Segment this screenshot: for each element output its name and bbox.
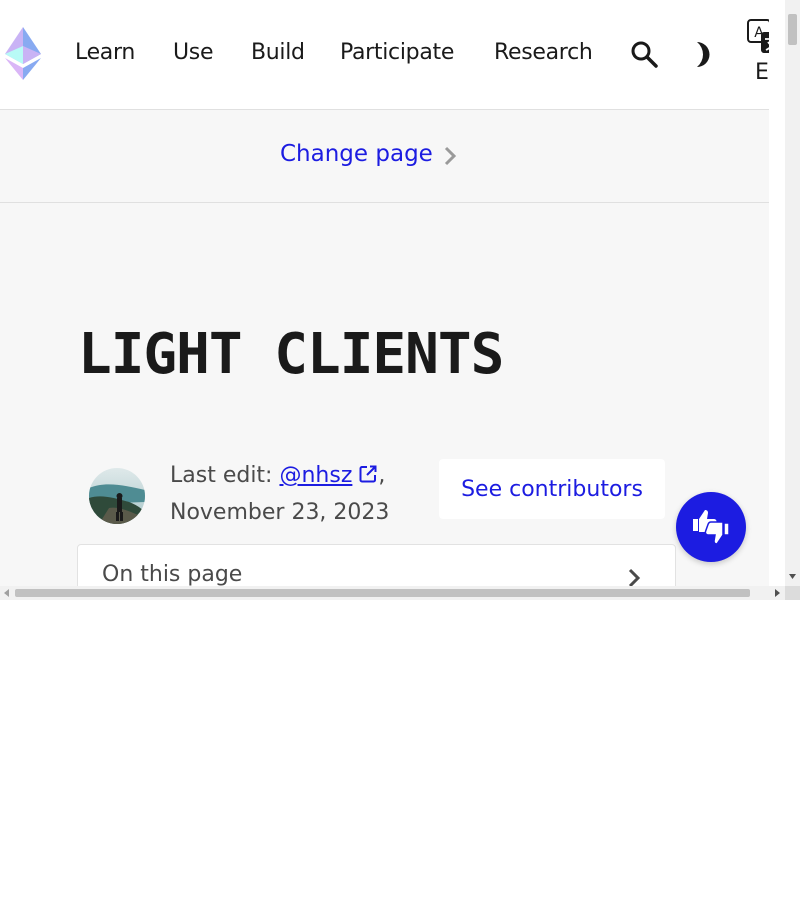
change-page-button[interactable]: Change page [280, 141, 433, 167]
see-contributors-button[interactable]: See contributors [439, 459, 665, 519]
horizontal-scroll-thumb[interactable] [15, 589, 750, 597]
language-picker[interactable]: A EN [747, 19, 769, 89]
ethereum-logo[interactable] [5, 27, 41, 80]
scrollbar-corner [785, 586, 800, 600]
author-link[interactable]: @nhsz [279, 463, 352, 488]
scroll-down-arrow-icon[interactable] [789, 574, 796, 579]
dark-mode-toggle-icon[interactable] [693, 41, 717, 68]
toc-label: On this page [102, 562, 243, 586]
page-content: Learn Use Build Participate Research A E… [0, 0, 769, 586]
thumbs-up-down-icon [693, 510, 730, 545]
chevron-right-icon [628, 568, 641, 586]
comma: , [378, 463, 386, 488]
nav-research[interactable]: Research [494, 40, 593, 65]
feedback-button[interactable] [676, 492, 746, 562]
on-this-page-toggle[interactable]: On this page [77, 544, 676, 586]
scroll-right-arrow-icon[interactable] [775, 589, 780, 597]
chevron-right-icon [444, 146, 457, 166]
last-edit-date: November 23, 2023 [170, 500, 390, 525]
horizontal-scrollbar[interactable] [0, 586, 785, 600]
page-title: LIGHT CLIENTS [78, 322, 504, 387]
external-link-icon [359, 465, 377, 483]
vertical-scrollbar[interactable] [785, 0, 800, 586]
search-icon[interactable] [630, 40, 658, 68]
last-edit-line: Last edit: @nhsz , [170, 463, 385, 488]
nav-learn[interactable]: Learn [75, 40, 135, 65]
nav-use[interactable]: Use [173, 40, 214, 65]
vertical-scroll-thumb[interactable] [788, 14, 797, 45]
nav-build[interactable]: Build [251, 40, 305, 65]
language-label: EN [755, 60, 769, 85]
top-navbar: Learn Use Build Participate Research A E… [0, 0, 769, 110]
last-edit-label: Last edit: [170, 463, 280, 488]
browser-viewport: Learn Use Build Participate Research A E… [0, 0, 800, 600]
change-page-bar: Change page [0, 110, 769, 203]
nav-participate[interactable]: Participate [340, 40, 454, 65]
scroll-left-arrow-icon[interactable] [4, 589, 9, 597]
translate-icon: A [747, 19, 769, 53]
avatar[interactable] [89, 468, 145, 524]
